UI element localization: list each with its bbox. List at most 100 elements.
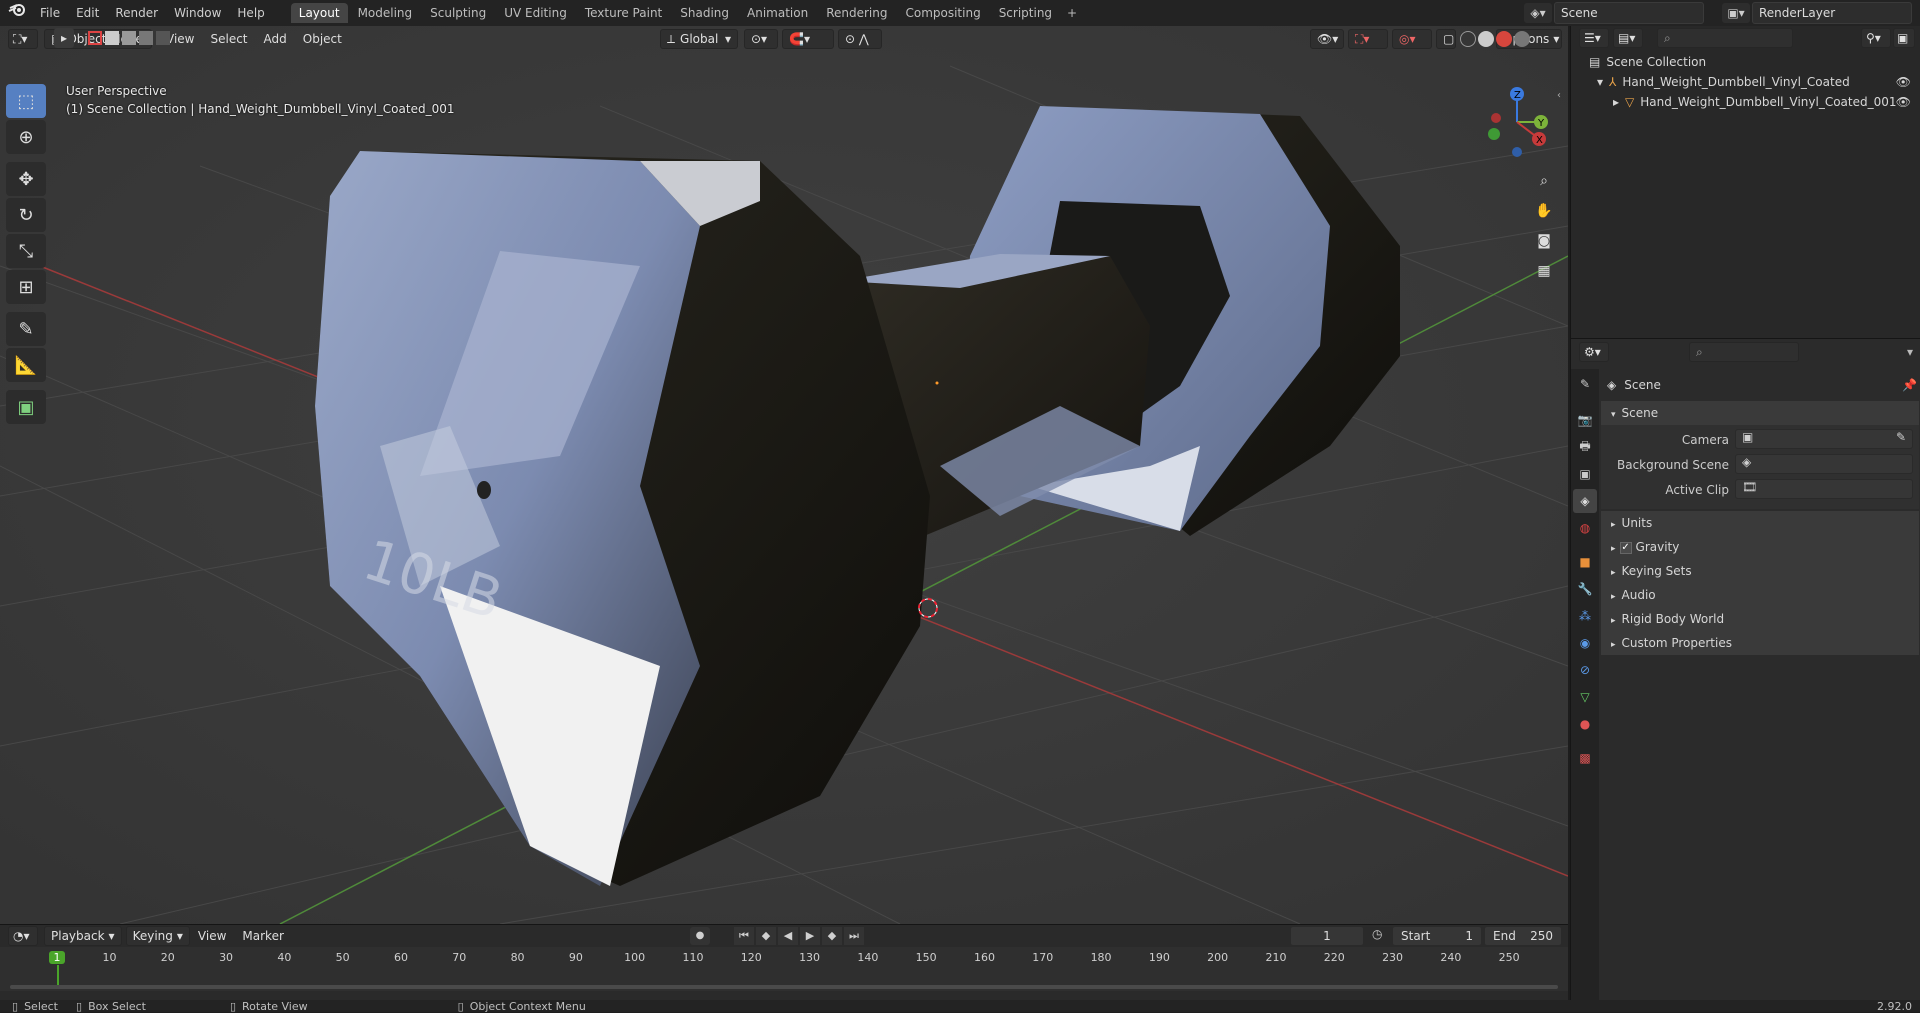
modifier-tab-icon[interactable]: 🔧: [1573, 577, 1597, 601]
pan-hand-icon[interactable]: ✋: [1531, 198, 1557, 224]
tab-uv-editing[interactable]: UV Editing: [496, 3, 575, 23]
tab-sculpting[interactable]: Sculpting: [422, 3, 494, 23]
add-cube-tool-icon[interactable]: ▣: [6, 390, 46, 424]
tab-scripting[interactable]: Scripting: [991, 3, 1060, 23]
3d-viewport[interactable]: 10LB User Perspective (1) Scene Collecti…: [0, 26, 1568, 924]
outliner-editor-type[interactable]: ☰▾: [1579, 28, 1609, 48]
select-mode-icon[interactable]: ▸: [54, 28, 74, 48]
viewport-menu-object[interactable]: Object: [295, 32, 350, 46]
playback-controls[interactable]: ⏮ ◆ ◀ ▶ ◆ ⏭: [734, 927, 864, 945]
gravity-panel[interactable]: ▸ ✓ Gravity: [1601, 535, 1919, 559]
texture-tab-icon[interactable]: ▩: [1573, 746, 1597, 770]
expand-arrow-icon[interactable]: ▸: [1613, 95, 1619, 109]
play-reverse-icon[interactable]: ◀: [778, 927, 798, 945]
proportional-edit-dropdown[interactable]: ⊙ ⋀: [838, 29, 882, 49]
render-tab-icon[interactable]: 📷: [1573, 408, 1597, 432]
tab-texture-paint[interactable]: Texture Paint: [577, 3, 670, 23]
viewport-menu-add[interactable]: Add: [256, 32, 295, 46]
tab-rendering[interactable]: Rendering: [818, 3, 895, 23]
outliner-item[interactable]: ▸ ▽ Hand_Weight_Dumbbell_Vinyl_Coated_001 👁: [1613, 92, 1920, 112]
pin-icon[interactable]: 📌: [1902, 373, 1917, 397]
object-tab-icon[interactable]: ■: [1573, 550, 1597, 574]
units-panel[interactable]: ▸ Units: [1601, 511, 1919, 535]
viewport-menu-select[interactable]: Select: [202, 32, 255, 46]
visibility-eye-icon[interactable]: 👁: [1896, 72, 1911, 92]
end-frame-field[interactable]: End 250: [1484, 926, 1562, 946]
eyedropper-icon[interactable]: ✎: [1896, 430, 1906, 444]
properties-options-icon[interactable]: ▾: [1907, 345, 1913, 359]
jump-end-icon[interactable]: ⏭: [844, 927, 864, 945]
current-frame-field[interactable]: 1: [1290, 926, 1364, 946]
start-frame-field[interactable]: Start 1: [1392, 926, 1482, 946]
clock-icon[interactable]: ◷: [1372, 927, 1382, 941]
select-extend-icon[interactable]: [105, 31, 119, 45]
custom-properties-panel[interactable]: ▸ Custom Properties: [1601, 631, 1919, 655]
scale-tool-icon[interactable]: ⤡: [6, 234, 46, 268]
menu-edit[interactable]: Edit: [68, 0, 107, 26]
current-frame-marker[interactable]: 1: [49, 951, 65, 964]
keying-dropdown[interactable]: Keying ▾: [125, 926, 190, 946]
outliner-item[interactable]: ▾ ⅄ Hand_Weight_Dumbbell_Vinyl_Coated 👁: [1597, 72, 1920, 92]
snap-dropdown[interactable]: 🧲▾: [782, 29, 834, 49]
physics-tab-icon[interactable]: ◉: [1573, 631, 1597, 655]
timeline-menu-marker[interactable]: Marker: [234, 929, 291, 943]
rigid-body-world-panel[interactable]: ▸ Rigid Body World: [1601, 607, 1919, 631]
menu-help[interactable]: Help: [229, 0, 272, 26]
camera-field[interactable]: ▣ ✎: [1735, 429, 1913, 449]
world-tab-icon[interactable]: ◍: [1573, 516, 1597, 540]
collapse-sidebar-icon[interactable]: ‹: [1557, 90, 1561, 101]
rendered-shading-icon[interactable]: [1514, 31, 1530, 47]
timeline-menu-view[interactable]: View: [190, 929, 234, 943]
keying-sets-panel[interactable]: ▸ Keying Sets: [1601, 559, 1919, 583]
expand-arrow-icon[interactable]: ▾: [1597, 75, 1603, 89]
renderlayer-selector-icon[interactable]: ▣▾: [1722, 3, 1750, 23]
visibility-dropdown[interactable]: 👁▾: [1310, 29, 1344, 49]
frame-ruler[interactable]: 1 10 20 30 40 50 60 70 80 90 100 110 120 130 140 150 160…: [0, 947, 1568, 991]
add-workspace-button[interactable]: +: [1062, 3, 1082, 23]
timeline-editor-type[interactable]: ◔▾: [8, 926, 38, 946]
editor-type-dropdown[interactable]: ⛶▾: [8, 29, 38, 49]
timeline-scrollbar[interactable]: [10, 985, 1558, 989]
camera-view-icon[interactable]: ◙: [1531, 228, 1557, 254]
audio-panel[interactable]: ▸ Audio: [1601, 583, 1919, 607]
move-tool-icon[interactable]: ✥: [6, 162, 46, 196]
navigation-gizmo[interactable]: Z Y X: [1480, 82, 1560, 162]
renderlayer-field[interactable]: RenderLayer: [1752, 2, 1912, 24]
outliner[interactable]: ☰▾ ▤▾ ⌕ ⚲▾ ▣ ▤ Scene Collection ▾ ⅄ Hand_We…: [1570, 26, 1920, 338]
new-collection-button[interactable]: ▣: [1893, 28, 1915, 48]
select-subtract-icon[interactable]: [122, 31, 136, 45]
constraints-tab-icon[interactable]: ⊘: [1573, 658, 1597, 682]
material-tab-icon[interactable]: ●: [1573, 712, 1597, 736]
select-new-icon[interactable]: [88, 31, 102, 45]
blender-logo-icon[interactable]: [0, 0, 32, 26]
shading-modes[interactable]: [1460, 29, 1530, 49]
transform-orientation-dropdown[interactable]: ⟂ Global ▾: [660, 29, 738, 49]
gravity-checkbox[interactable]: ✓: [1619, 541, 1632, 554]
rotate-tool-icon[interactable]: ↻: [6, 198, 46, 232]
background-scene-field[interactable]: ◈: [1735, 454, 1913, 474]
annotate-tool-icon[interactable]: ✎: [6, 312, 46, 346]
solid-shading-icon[interactable]: [1478, 31, 1494, 47]
data-tab-icon[interactable]: ▽: [1573, 685, 1597, 709]
zoom-icon[interactable]: ⌕: [1531, 168, 1557, 194]
visibility-eye-icon[interactable]: 👁: [1896, 92, 1911, 112]
outliner-scene-collection[interactable]: ▤ Scene Collection: [1589, 52, 1706, 72]
view-layer-tab-icon[interactable]: ▣: [1573, 462, 1597, 486]
properties-search[interactable]: ⌕: [1689, 342, 1799, 362]
ortho-grid-icon[interactable]: ▦: [1531, 258, 1557, 284]
tab-compositing[interactable]: Compositing: [897, 3, 988, 23]
select-invert-icon[interactable]: [139, 31, 153, 45]
tab-modeling[interactable]: Modeling: [350, 3, 421, 23]
particles-tab-icon[interactable]: ⁂: [1573, 604, 1597, 628]
tab-animation[interactable]: Animation: [739, 3, 816, 23]
play-icon[interactable]: ▶: [800, 927, 820, 945]
playhead-line[interactable]: [57, 965, 59, 985]
toolbar-mode-icons[interactable]: ▸: [54, 28, 170, 48]
tab-shading[interactable]: Shading: [672, 3, 737, 23]
playback-dropdown[interactable]: Playback ▾: [44, 926, 122, 946]
select-intersect-icon[interactable]: [156, 31, 170, 45]
select-box-tool-icon[interactable]: ⬚: [6, 84, 46, 118]
wireframe-shading-icon[interactable]: [1460, 31, 1476, 47]
menu-window[interactable]: Window: [166, 0, 229, 26]
transform-tool-icon[interactable]: ⊞: [6, 270, 46, 304]
